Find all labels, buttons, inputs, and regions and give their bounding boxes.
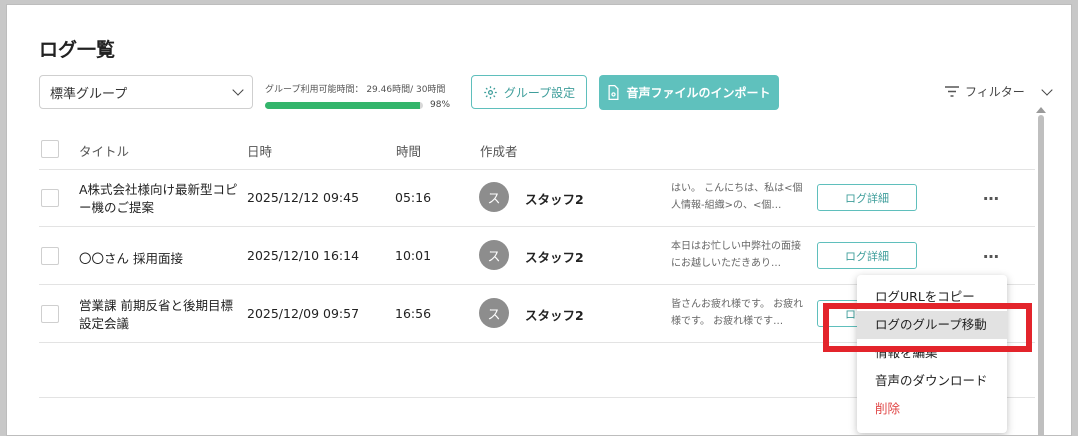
more-options-icon[interactable]: …: [983, 243, 1000, 262]
scroll-up-arrow-icon[interactable]: [1036, 107, 1046, 113]
usage-percent: 98%: [430, 100, 451, 110]
group-select[interactable]: 標準グループ: [39, 75, 253, 109]
header-date: 日時: [247, 144, 273, 159]
header-title: タイトル: [79, 144, 130, 159]
row-duration: 16:56: [395, 306, 432, 321]
table-row[interactable]: A株式会社様向け最新型コピー機のご提案 2025/12/12 09:45 05:…: [39, 169, 1035, 227]
file-audio-icon: [608, 85, 619, 100]
chevron-down-icon: [232, 84, 244, 96]
log-detail-button[interactable]: ログ詳細: [817, 184, 917, 211]
row-title: A株式会社様向け最新型コピー機のご提案: [79, 182, 238, 215]
usage-label: グループ利用可能時間： 29.46時間/ 30時間: [265, 85, 446, 95]
row-checkbox[interactable]: [41, 189, 59, 207]
row-title: 〇〇さん 採用面接: [79, 251, 183, 266]
menu-download-audio[interactable]: 音声のダウンロード: [857, 367, 1007, 395]
row-duration: 05:16: [395, 190, 432, 205]
row-author: スタッフ2: [525, 308, 584, 323]
usage-progress-bar: [265, 101, 423, 109]
menu-delete[interactable]: 削除: [857, 395, 1007, 423]
import-audio-button[interactable]: 音声ファイルのインポート: [599, 75, 779, 110]
page-title: ログ一覧: [39, 39, 116, 61]
chevron-down-icon: [1041, 83, 1053, 96]
group-settings-label: グループ設定: [503, 85, 576, 100]
header-author: 作成者: [480, 144, 518, 159]
filter-label: フィルター: [965, 85, 1025, 99]
usage-progress-fill: [265, 101, 420, 109]
row-date: 2025/12/09 09:57: [247, 306, 360, 321]
log-detail-button[interactable]: ログ詳細: [817, 242, 917, 269]
row-checkbox[interactable]: [41, 247, 59, 265]
row-title: 営業課 前期反省と後期目標設定会議: [79, 298, 233, 331]
row-summary: はい。 こんにちは、私は<個人情報-組織>の、<個…: [671, 183, 803, 211]
row-context-menu: ログURLをコピー ログのグループ移動 情報を編集 音声のダウンロード 削除: [857, 275, 1007, 433]
row-summary: 皆さんお疲れ様です。 お疲れ様です。 お疲れ様です…: [671, 299, 804, 327]
row-author: スタッフ2: [525, 192, 584, 207]
highlight-box: [823, 303, 1032, 352]
vertical-scrollbar[interactable]: [1038, 115, 1044, 435]
filter-icon: [945, 86, 959, 97]
avatar: ス: [479, 240, 509, 270]
avatar: ス: [479, 182, 509, 212]
avatar: ス: [479, 298, 509, 328]
gear-icon: [484, 85, 497, 99]
row-checkbox[interactable]: [41, 305, 59, 323]
import-audio-label: 音声ファイルのインポート: [626, 86, 771, 100]
log-list-panel: ログ一覧 標準グループ グループ利用可能時間： 29.46時間/ 30時間 98…: [6, 4, 1072, 436]
usage-meter: グループ利用可能時間： 29.46時間/ 30時間 98%: [265, 82, 455, 110]
group-select-value: 標準グループ: [50, 86, 128, 102]
more-options-icon[interactable]: …: [983, 185, 1000, 204]
row-author: スタッフ2: [525, 250, 584, 265]
row-duration: 10:01: [395, 248, 432, 263]
row-date: 2025/12/12 09:45: [247, 190, 360, 205]
header-duration: 時間: [396, 144, 422, 159]
group-settings-button[interactable]: グループ設定: [471, 75, 587, 109]
row-summary: 本日はお忙しい中弊社の面接にお越しいただきあり…: [671, 241, 801, 269]
row-date: 2025/12/10 16:14: [247, 248, 360, 263]
table-header: タイトル 日時 時間 作成者: [39, 129, 1035, 170]
filter-toggle[interactable]: フィルター: [945, 83, 1053, 100]
select-all-checkbox[interactable]: [41, 140, 59, 158]
